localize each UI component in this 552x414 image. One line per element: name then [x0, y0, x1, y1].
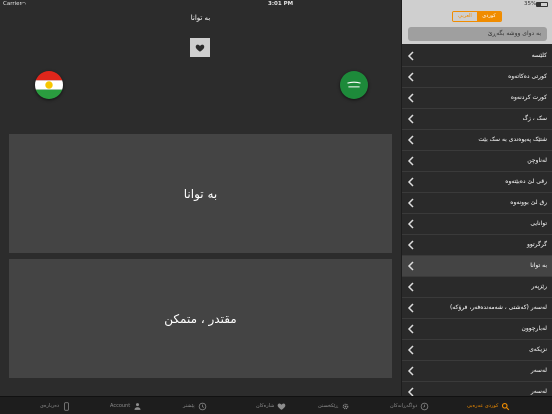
- tab-gear[interactable]: ڕێکخستن: [318, 400, 350, 412]
- favorite-button[interactable]: [190, 38, 210, 57]
- word-list-item[interactable]: کورت کردنەوە: [402, 88, 552, 109]
- word-list-item-label: رێزپەر: [531, 283, 547, 290]
- word-list-item[interactable]: بە توانا: [402, 256, 552, 277]
- carrier-label: Carrier: [3, 1, 22, 7]
- tab-phone[interactable]: دەربارەی: [40, 400, 71, 412]
- chevron-left-icon: [407, 303, 414, 313]
- word-list-item-label: توانایی: [530, 220, 547, 227]
- tab-person[interactable]: Account: [110, 400, 142, 412]
- tab-search[interactable]: کوردی عەرەبی: [467, 400, 510, 412]
- word-list-item[interactable]: گرگرتوو: [402, 235, 552, 256]
- tab-label: Account: [110, 403, 131, 409]
- word-list-item-label: کورت کردنەوە: [510, 94, 547, 101]
- search-input[interactable]: بە دوای ووشە بگەڕێ: [408, 27, 547, 41]
- word-list: کلێسە کورتی دەکاتەوە کورت کردنەوە سک ، زگ شت…: [402, 46, 552, 396]
- heart-icon: [195, 44, 205, 52]
- word-list-item-label: لەسەر (کەشتی ، شەمەندەفەر، فرۆکە): [449, 304, 547, 311]
- word-list-item[interactable]: کورتی دەکاتەوە: [402, 67, 552, 88]
- word-list-item-label: گرگرتوو: [526, 241, 547, 248]
- battery-icon: [536, 2, 548, 7]
- gear-icon: [342, 403, 349, 409]
- word-list-item-label: لەسەر: [530, 388, 547, 395]
- kurdistan-flag-icon: [35, 71, 63, 99]
- saudi-flag-icon: [340, 71, 368, 99]
- word-list-sidebar: العربي کوردی بە دوای ووشە بگەڕێ کلێسە کور…: [401, 0, 552, 396]
- tab-label: دەربارەی: [40, 403, 60, 409]
- history-icon: [420, 402, 429, 410]
- chevron-left-icon: [407, 324, 414, 334]
- chevron-left-icon: [407, 135, 414, 145]
- person-icon: [134, 402, 141, 410]
- word-list-item[interactable]: کلێسە: [402, 46, 552, 67]
- battery-percent: 35%: [524, 1, 537, 7]
- chevron-left-icon: [407, 366, 414, 376]
- wifi-icon: ◠: [21, 1, 27, 8]
- chevron-left-icon: [407, 240, 414, 250]
- segment-arabic[interactable]: العربي: [453, 12, 477, 21]
- word-list-item-label: لەبارچوون: [521, 325, 547, 332]
- word-list-item[interactable]: سک ، زگ: [402, 109, 552, 130]
- word-list-item[interactable]: لەسەر (کەشتی ، شەمەندەفەر، فرۆکە): [402, 298, 552, 319]
- chevron-left-icon: [407, 177, 414, 187]
- app-screen: بە توانا بە توانا مقتدر ، متمكن العربي ک…: [0, 0, 552, 414]
- clock-time: 3:01 PM: [268, 1, 294, 7]
- tab-label: شارەکان: [256, 403, 275, 409]
- translation-text: مقتدر ، متمكن: [164, 311, 237, 326]
- chevron-left-icon: [407, 261, 414, 271]
- page-title: بە توانا: [190, 14, 211, 22]
- word-list-item-label: رق لێ بوونەوە: [510, 199, 547, 206]
- tab-clock[interactable]: پێشتر: [183, 400, 207, 412]
- tab-label: ڕێکخستن: [318, 403, 339, 409]
- word-list-item[interactable]: رقی لێ دەبێتەوە: [402, 172, 552, 193]
- clock-icon: [198, 402, 206, 410]
- word-list-item-label: کورتی دەکاتەوە: [508, 73, 547, 80]
- chevron-left-icon: [407, 93, 414, 103]
- chevron-left-icon: [407, 156, 414, 166]
- word-list-item-label: بە توانا: [530, 262, 547, 269]
- word-list-item-label: نزیکەی: [529, 346, 547, 353]
- search-placeholder: بە دوای ووشە بگەڕێ: [487, 30, 541, 37]
- source-word-card[interactable]: بە توانا: [9, 134, 392, 253]
- tab-bar: دەربارەی Account پێشتر شارەکان ڕێکخستن دواگەڕ…: [0, 396, 552, 414]
- chevron-left-icon: [407, 282, 414, 292]
- heart-icon: [277, 403, 286, 410]
- word-list-item[interactable]: توانایی: [402, 214, 552, 235]
- tab-label: پێشتر: [183, 403, 195, 409]
- detail-pane: بە توانا بە توانا مقتدر ، متمكن: [0, 0, 401, 396]
- tab-label: دواگەڕانەکان: [390, 403, 418, 409]
- word-list-item-label: لەناوچن: [527, 157, 547, 164]
- chevron-left-icon: [407, 198, 414, 208]
- word-list-item-label: رقی لێ دەبێتەوە: [505, 178, 547, 185]
- search-icon: [502, 402, 510, 410]
- chevron-left-icon: [407, 72, 414, 82]
- word-list-item-label: لەسەر: [530, 367, 547, 374]
- word-list-item[interactable]: رق لێ بوونەوە: [402, 193, 552, 214]
- chevron-left-icon: [407, 51, 414, 61]
- chevron-left-icon: [407, 114, 414, 124]
- chevron-left-icon: [407, 387, 414, 396]
- word-list-item[interactable]: نزیکەی: [402, 340, 552, 361]
- word-list-item-label: سک ، زگ: [522, 115, 547, 122]
- language-segmented-control[interactable]: العربي کوردی: [452, 11, 502, 22]
- word-list-item[interactable]: لەسەر: [402, 361, 552, 382]
- translation-card[interactable]: مقتدر ، متمكن: [9, 259, 392, 378]
- phone-icon: [64, 401, 69, 411]
- source-word-text: بە توانا: [183, 186, 218, 201]
- tab-label: کوردی عەرەبی: [467, 403, 499, 409]
- word-list-item[interactable]: لەناوچن: [402, 151, 552, 172]
- word-list-item[interactable]: رێزپەر: [402, 277, 552, 298]
- segment-kurdi[interactable]: کوردی: [477, 12, 501, 21]
- word-list-item[interactable]: لەسەر: [402, 382, 552, 396]
- tab-heart[interactable]: شارەکان: [256, 400, 286, 412]
- chevron-left-icon: [407, 345, 414, 355]
- word-list-item[interactable]: لەبارچوون: [402, 319, 552, 340]
- word-list-item[interactable]: شتێک پەیوەندی بە سک بێت: [402, 130, 552, 151]
- tab-history[interactable]: دواگەڕانەکان: [390, 400, 429, 412]
- chevron-left-icon: [407, 219, 414, 229]
- word-list-item-label: کلێسە: [531, 52, 547, 59]
- status-bar: Carrier ◠ 3:01 PM 35%: [0, 0, 552, 9]
- word-list-item-label: شتێک پەیوەندی بە سک بێت: [478, 136, 547, 143]
